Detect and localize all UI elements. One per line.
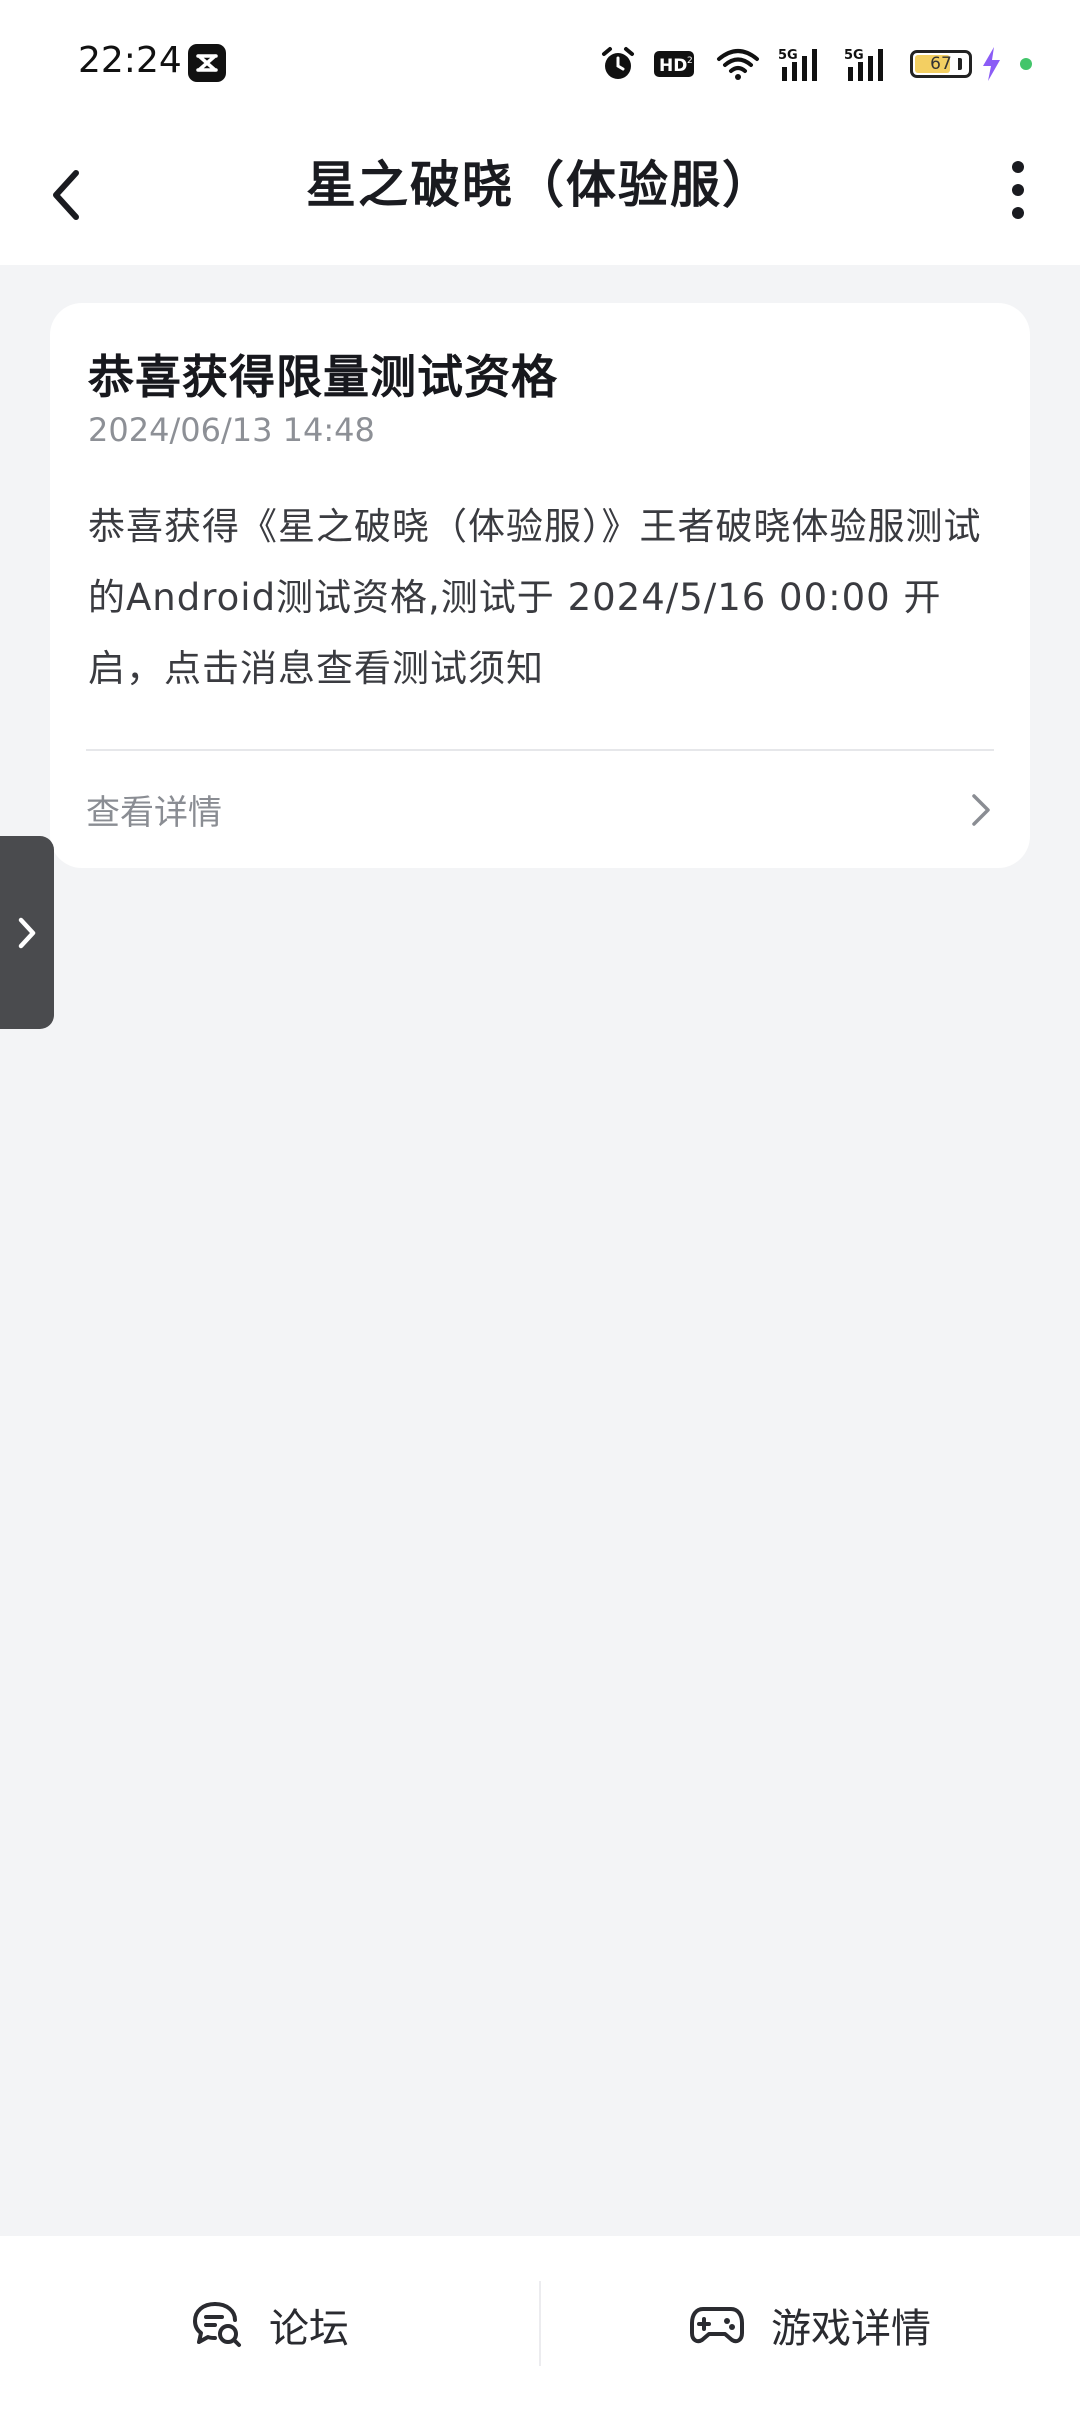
view-details-label: 查看详情 <box>86 793 222 833</box>
status-icons: HD 2 5G 5G 67 <box>600 42 1032 86</box>
app-header: 星之破晓（体验服） <box>0 130 1080 265</box>
forum-button[interactable]: 论坛 <box>0 2236 540 2414</box>
chevron-left-icon <box>53 170 79 220</box>
more-vertical-icon <box>1012 161 1024 173</box>
svg-text:5G: 5G <box>778 48 798 63</box>
status-bar: 22:24 HD 2 5G 5G 67 <box>0 0 1080 130</box>
gamepad-icon <box>690 2307 744 2344</box>
svg-text:5G: 5G <box>844 48 864 63</box>
view-details-link[interactable]: 查看详情 <box>86 751 994 868</box>
message-body: 恭喜获得《星之破晓（体验服）》王者破晓体验服测试的Android测试资格,测试于… <box>88 505 982 690</box>
bottom-nav: 论坛 游戏详情 <box>0 2236 1080 2414</box>
chevron-right-icon <box>972 793 990 826</box>
chat-search-icon <box>193 2302 241 2347</box>
status-dot <box>1020 58 1032 70</box>
svg-text:2: 2 <box>687 56 693 66</box>
battery-level: 67 <box>930 54 952 74</box>
battery-icon: 67 <box>910 50 972 78</box>
page-title: 星之破晓（体验服） <box>306 156 774 214</box>
more-options-button[interactable] <box>988 150 1048 230</box>
wifi-icon <box>716 46 760 82</box>
charging-icon <box>980 46 1002 82</box>
status-time: 22:24 <box>78 40 182 81</box>
game-details-button[interactable]: 游戏详情 <box>540 2236 1080 2414</box>
signal-5g-icon: 5G <box>778 45 826 83</box>
alarm-icon <box>600 45 636 83</box>
nav-divider <box>539 2281 541 2366</box>
message-timestamp: 2024/06/13 14:48 <box>88 411 375 449</box>
svg-text:HD: HD <box>659 56 687 76</box>
signal-5g-icon: 5G <box>844 45 892 83</box>
message-card[interactable]: 恭喜获得限量测试资格 2024/06/13 14:48 恭喜获得《星之破晓（体验… <box>50 303 1030 868</box>
side-drawer-handle[interactable] <box>0 836 54 1029</box>
chevron-right-icon <box>18 917 36 948</box>
message-title: 恭喜获得限量测试资格 <box>88 350 558 404</box>
app-badge-icon <box>188 44 226 82</box>
forum-label: 论坛 <box>269 2306 349 2352</box>
back-button[interactable] <box>36 155 96 235</box>
game-details-label: 游戏详情 <box>771 2306 931 2352</box>
hd-icon: HD 2 <box>654 49 698 79</box>
